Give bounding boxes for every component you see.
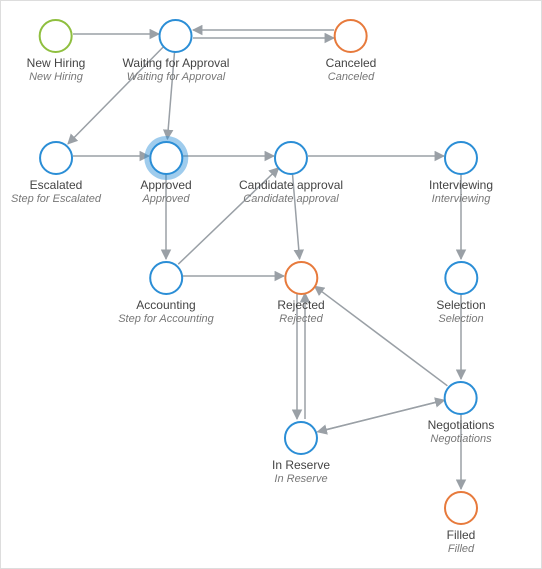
state-circle (274, 141, 308, 175)
state-circle (39, 141, 73, 175)
node-waiting[interactable]: Waiting for ApprovalWaiting for Approval (123, 19, 230, 83)
node-in-reserve[interactable]: In ReserveIn Reserve (272, 421, 330, 485)
node-title: Candidate approval (239, 178, 343, 192)
node-title: Filled (444, 528, 478, 542)
node-title: Negotiations (428, 418, 495, 432)
node-title: In Reserve (272, 458, 330, 472)
node-subtitle: Filled (444, 543, 478, 555)
state-circle (149, 141, 183, 175)
workflow-diagram: New HiringNew Hiring Waiting for Approval… (0, 0, 542, 569)
state-circle (444, 491, 478, 525)
node-title: Selection (436, 298, 485, 312)
edge (317, 400, 444, 432)
node-title: New Hiring (27, 56, 86, 70)
node-subtitle: Rejected (277, 313, 324, 325)
node-negotiations[interactable]: NegotiationsNegotiations (428, 381, 495, 445)
node-subtitle: Waiting for Approval (123, 71, 230, 83)
state-circle (159, 19, 193, 53)
node-title: Interviewing (429, 178, 493, 192)
node-title: Waiting for Approval (123, 56, 230, 70)
node-filled[interactable]: FilledFilled (444, 491, 478, 555)
node-subtitle: Candidate approval (239, 193, 343, 205)
state-circle (444, 261, 478, 295)
node-title: Accounting (118, 298, 214, 312)
node-subtitle: Approved (140, 193, 191, 205)
state-circle (149, 261, 183, 295)
node-title: Rejected (277, 298, 324, 312)
node-approved[interactable]: ApprovedApproved (140, 141, 191, 205)
node-subtitle: New Hiring (27, 71, 86, 83)
node-subtitle: In Reserve (272, 473, 330, 485)
state-circle (444, 381, 478, 415)
edge (315, 286, 448, 386)
edge (317, 400, 444, 432)
node-interviewing[interactable]: InterviewingInterviewing (429, 141, 493, 205)
node-subtitle: Canceled (326, 71, 377, 83)
state-circle (39, 19, 73, 53)
node-title: Approved (140, 178, 191, 192)
node-selection[interactable]: SelectionSelection (436, 261, 485, 325)
state-circle (444, 141, 478, 175)
node-candidate-approval[interactable]: Candidate approvalCandidate approval (239, 141, 343, 205)
node-subtitle: Negotiations (428, 433, 495, 445)
state-circle (334, 19, 368, 53)
node-rejected[interactable]: RejectedRejected (277, 261, 324, 325)
state-circle (284, 421, 318, 455)
node-accounting[interactable]: AccountingStep for Accounting (118, 261, 214, 325)
node-new-hiring[interactable]: New HiringNew Hiring (27, 19, 86, 83)
node-subtitle: Step for Escalated (11, 193, 101, 205)
state-circle (284, 261, 318, 295)
node-title: Canceled (326, 56, 377, 70)
node-title: Escalated (11, 178, 101, 192)
node-escalated[interactable]: EscalatedStep for Escalated (11, 141, 101, 205)
node-subtitle: Selection (436, 313, 485, 325)
node-subtitle: Interviewing (429, 193, 493, 205)
node-subtitle: Step for Accounting (118, 313, 214, 325)
node-canceled[interactable]: CanceledCanceled (326, 19, 377, 83)
